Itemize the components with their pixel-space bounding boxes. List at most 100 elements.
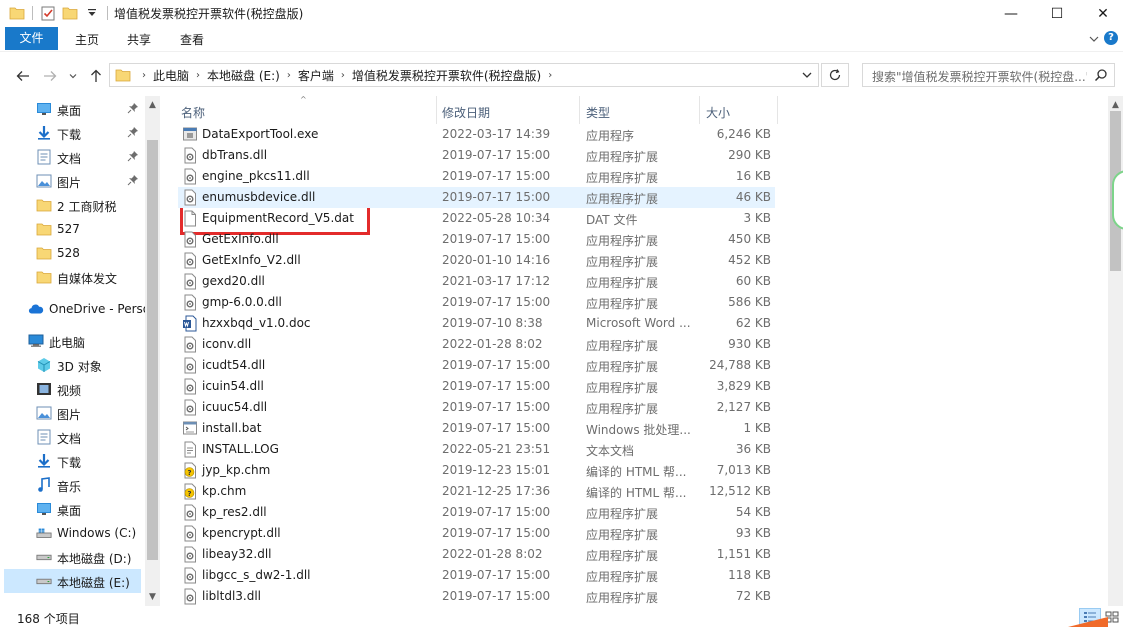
- address-bar[interactable]: › 此电脑 › 本地磁盘 (E:) › 客户端 › 增值税发票税控开票软件(税控…: [109, 63, 819, 87]
- sidebar-item[interactable]: 音乐: [0, 473, 145, 497]
- sidebar-item[interactable]: 3D 对象: [0, 353, 145, 377]
- back-button[interactable]: [13, 66, 33, 86]
- expand-ribbon-icon[interactable]: [1087, 32, 1101, 46]
- file-row[interactable]: iconv.dll 2022-01-28 8:02 应用程序扩展 930 KB: [178, 334, 775, 355]
- column-header-date[interactable]: 修改日期: [442, 104, 490, 121]
- sidebar-item[interactable]: 桌面: [0, 97, 145, 121]
- new-folder-icon[interactable]: [61, 4, 79, 22]
- breadcrumb-client[interactable]: 客户端: [293, 67, 339, 84]
- tab-view[interactable]: 查看: [175, 29, 209, 51]
- tab-home[interactable]: 主页: [70, 29, 104, 51]
- sidebar-item[interactable]: 桌面: [0, 497, 145, 521]
- breadcrumb-separator[interactable]: ›: [194, 70, 202, 81]
- file-row[interactable]: GetExInfo_V2.dll 2020-01-10 14:16 应用程序扩展 45…: [178, 250, 775, 271]
- scroll-up-icon[interactable]: ▲: [1110, 100, 1121, 111]
- customize-toolbar-icon[interactable]: [83, 4, 101, 22]
- forward-button[interactable]: [40, 66, 60, 86]
- file-row[interactable]: libltdl3.dll 2019-07-17 15:00 应用程序扩展 72 KB: [178, 586, 775, 606]
- sidebar-item[interactable]: 下载: [0, 449, 145, 473]
- column-divider[interactable]: [699, 96, 700, 124]
- file-name: GetExInfo.dll: [202, 232, 279, 246]
- column-header-name[interactable]: 名称: [181, 104, 205, 121]
- music-icon: [36, 477, 52, 493]
- sidebar-item[interactable]: Windows (C:): [0, 521, 145, 545]
- navigation-pane-scrollbar[interactable]: ▲ ▼: [145, 96, 160, 606]
- close-button[interactable]: ✕: [1080, 0, 1123, 27]
- sidebar-item[interactable]: 本地磁盘 (E:): [4, 569, 141, 593]
- file-row[interactable]: gmp-6.0.0.dll 2019-07-17 15:00 应用程序扩展 586 K…: [178, 292, 775, 313]
- pin-icon[interactable]: [127, 126, 139, 138]
- file-row[interactable]: install.bat 2019-07-17 15:00 Windows 批处理..…: [178, 418, 775, 439]
- scroll-up-icon[interactable]: ▲: [147, 100, 158, 111]
- sidebar-item[interactable]: 文档: [0, 145, 145, 169]
- column-divider[interactable]: [579, 96, 580, 124]
- sidebar-item[interactable]: 本地磁盘 (D:): [0, 545, 145, 569]
- breadcrumb-this-pc[interactable]: 此电脑: [148, 67, 194, 84]
- file-row[interactable]: engine_pkcs11.dll 2019-07-17 15:00 应用程序扩展 1…: [178, 166, 775, 187]
- pin-icon[interactable]: [127, 150, 139, 162]
- refresh-button[interactable]: [821, 63, 849, 87]
- pin-icon[interactable]: [127, 102, 139, 114]
- file-row[interactable]: ? jyp_kp.chm 2019-12-23 15:01 编译的 HTML 帮...…: [178, 460, 775, 481]
- file-modified-date: 2022-05-21 23:51: [442, 442, 551, 456]
- breadcrumb-current-folder[interactable]: 增值税发票税控开票软件(税控盘版): [347, 67, 546, 84]
- file-row[interactable]: icudt54.dll 2019-07-17 15:00 应用程序扩展 24,788 …: [178, 355, 775, 376]
- file-row[interactable]: kpencrypt.dll 2019-07-17 15:00 应用程序扩展 93 KB: [178, 523, 775, 544]
- sidebar-item[interactable]: 文档: [0, 425, 145, 449]
- sidebar-item[interactable]: 此电脑: [0, 329, 145, 353]
- recent-locations-button[interactable]: [63, 66, 83, 86]
- file-row[interactable]: icuuc54.dll 2019-07-17 15:00 应用程序扩展 2,127 K…: [178, 397, 775, 418]
- column-divider[interactable]: [436, 96, 437, 124]
- properties-icon[interactable]: [39, 4, 57, 22]
- sidebar-item[interactable]: OneDrive - Perso: [0, 297, 150, 321]
- column-header-type[interactable]: 类型: [586, 104, 610, 121]
- breadcrumb-drive-e[interactable]: 本地磁盘 (E:): [202, 67, 285, 84]
- sidebar-item[interactable]: 图片: [0, 169, 145, 193]
- pin-icon[interactable]: [127, 174, 139, 186]
- file-name: enumusbdevice.dll: [202, 190, 316, 204]
- sidebar-item[interactable]: 自媒体发文: [0, 265, 145, 289]
- navigation-pane-scroll-thumb[interactable]: [147, 140, 158, 560]
- file-row[interactable]: icuin54.dll 2019-07-17 15:00 应用程序扩展 3,829 K…: [178, 376, 775, 397]
- column-header-size[interactable]: 大小: [706, 104, 730, 121]
- file-row[interactable]: INSTALL.LOG 2022-05-21 23:51 文本文档 36 KB: [178, 439, 775, 460]
- search-icon[interactable]: [1094, 68, 1108, 85]
- file-row[interactable]: GetExInfo.dll 2019-07-17 15:00 应用程序扩展 450 K…: [178, 229, 775, 250]
- scroll-down-icon[interactable]: ▼: [147, 592, 158, 603]
- floating-widget[interactable]: [1112, 170, 1123, 230]
- sidebar-item[interactable]: 527: [0, 217, 145, 241]
- file-row[interactable]: hzxxbqd_v1.0.doc 2019-07-10 8:38 Microsoft…: [178, 313, 775, 334]
- address-dropdown-icon[interactable]: [800, 68, 814, 82]
- file-modified-date: 2019-07-17 15:00: [442, 568, 551, 582]
- file-row[interactable]: enumusbdevice.dll 2019-07-17 15:00 应用程序扩展 4…: [178, 187, 775, 208]
- file-row[interactable]: ? kp.chm 2021-12-25 17:36 编译的 HTML 帮... 12,5…: [178, 481, 775, 502]
- file-row[interactable]: DataExportTool.exe 2022-03-17 14:39 应用程序 6,…: [178, 124, 775, 145]
- sidebar-item[interactable]: 视频: [0, 377, 145, 401]
- corner-decoration: [1068, 617, 1108, 627]
- file-name: icudt54.dll: [202, 358, 266, 372]
- sidebar-item[interactable]: 下载: [0, 121, 145, 145]
- file-row[interactable]: libgcc_s_dw2-1.dll 2019-07-17 15:00 应用程序扩展…: [178, 565, 775, 586]
- sidebar-item[interactable]: 2 工商财税: [0, 193, 145, 217]
- sidebar-item[interactable]: 528: [0, 241, 145, 265]
- minimize-button[interactable]: —: [988, 0, 1034, 27]
- breadcrumb-separator[interactable]: ›: [140, 70, 148, 81]
- breadcrumb-separator[interactable]: ›: [546, 70, 554, 81]
- file-row[interactable]: EquipmentRecord_V5.dat 2022-05-28 10:34 DA…: [178, 208, 775, 229]
- file-row[interactable]: libeay32.dll 2022-01-28 8:02 应用程序扩展 1,151 K…: [178, 544, 775, 565]
- file-row[interactable]: kp_res2.dll 2019-07-17 15:00 应用程序扩展 54 KB: [178, 502, 775, 523]
- file-row[interactable]: gexd20.dll 2021-03-17 17:12 应用程序扩展 60 KB: [178, 271, 775, 292]
- breadcrumb-separator[interactable]: ›: [339, 70, 347, 81]
- sidebar-item[interactable]: 图片: [0, 401, 145, 425]
- tab-file[interactable]: 文件: [5, 27, 58, 50]
- file-icon: [182, 210, 198, 227]
- file-modified-date: 2019-07-17 15:00: [442, 295, 551, 309]
- up-button[interactable]: [86, 66, 106, 86]
- tab-share[interactable]: 共享: [122, 29, 156, 51]
- help-icon[interactable]: ?: [1104, 31, 1118, 45]
- file-row[interactable]: dbTrans.dll 2019-07-17 15:00 应用程序扩展 290 KB: [178, 145, 775, 166]
- breadcrumb-separator[interactable]: ›: [285, 70, 293, 81]
- maximize-button[interactable]: ☐: [1034, 0, 1080, 27]
- column-divider[interactable]: [777, 96, 778, 124]
- search-input[interactable]: 搜索"增值税发票税控开票软件(税控盘...": [862, 63, 1115, 87]
